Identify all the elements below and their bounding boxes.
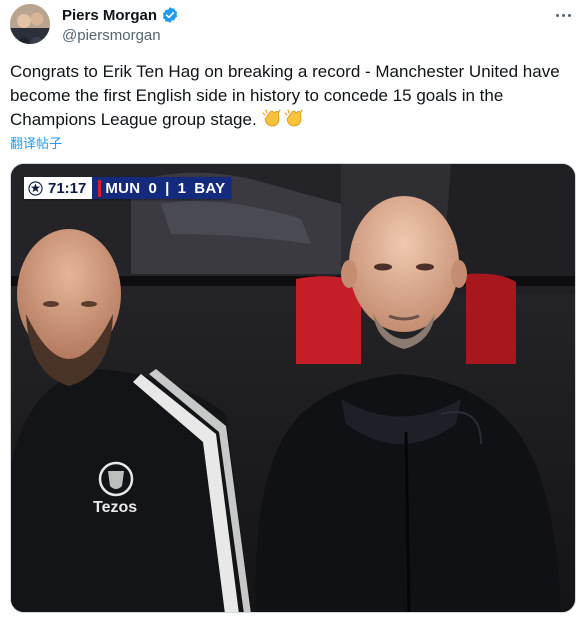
match-clock-text: 71:17 bbox=[48, 179, 87, 197]
score-panel: MUN 0 | 1 BAY bbox=[92, 177, 232, 199]
away-score: 1 bbox=[177, 179, 187, 197]
tweet-text: Congrats to Erik Ten Hag on breaking a r… bbox=[10, 60, 576, 132]
home-team: MUN bbox=[98, 179, 140, 197]
jacket-sponsor-text: Tezos bbox=[93, 499, 138, 516]
clapping-hands-icon bbox=[261, 108, 283, 128]
author-name-text[interactable]: Piers Morgan bbox=[62, 7, 157, 24]
author-avatar[interactable] bbox=[10, 4, 50, 44]
home-score: 0 bbox=[148, 179, 158, 197]
tweet-photo[interactable]: 71:17 MUN 0 | 1 BAY Tezos bbox=[10, 163, 576, 613]
scorebug: 71:17 MUN 0 | 1 BAY bbox=[24, 177, 232, 199]
author-name[interactable]: Piers Morgan bbox=[62, 6, 179, 24]
verified-badge-icon bbox=[161, 6, 179, 24]
away-team: BAY bbox=[194, 179, 226, 197]
photo-scene bbox=[11, 164, 575, 612]
author-handle[interactable]: @piersmorgan bbox=[62, 27, 161, 44]
score-separator: | bbox=[165, 179, 170, 197]
more-options-icon[interactable] bbox=[552, 4, 574, 26]
clapping-hands-icon bbox=[283, 108, 305, 128]
match-clock: 71:17 bbox=[24, 177, 93, 199]
champions-league-ball-icon bbox=[28, 180, 43, 196]
tweet-card: Piers Morgan @piersmorgan Congrats to Er… bbox=[0, 0, 584, 620]
translate-post-link[interactable]: 翻译帖子 bbox=[10, 133, 62, 152]
